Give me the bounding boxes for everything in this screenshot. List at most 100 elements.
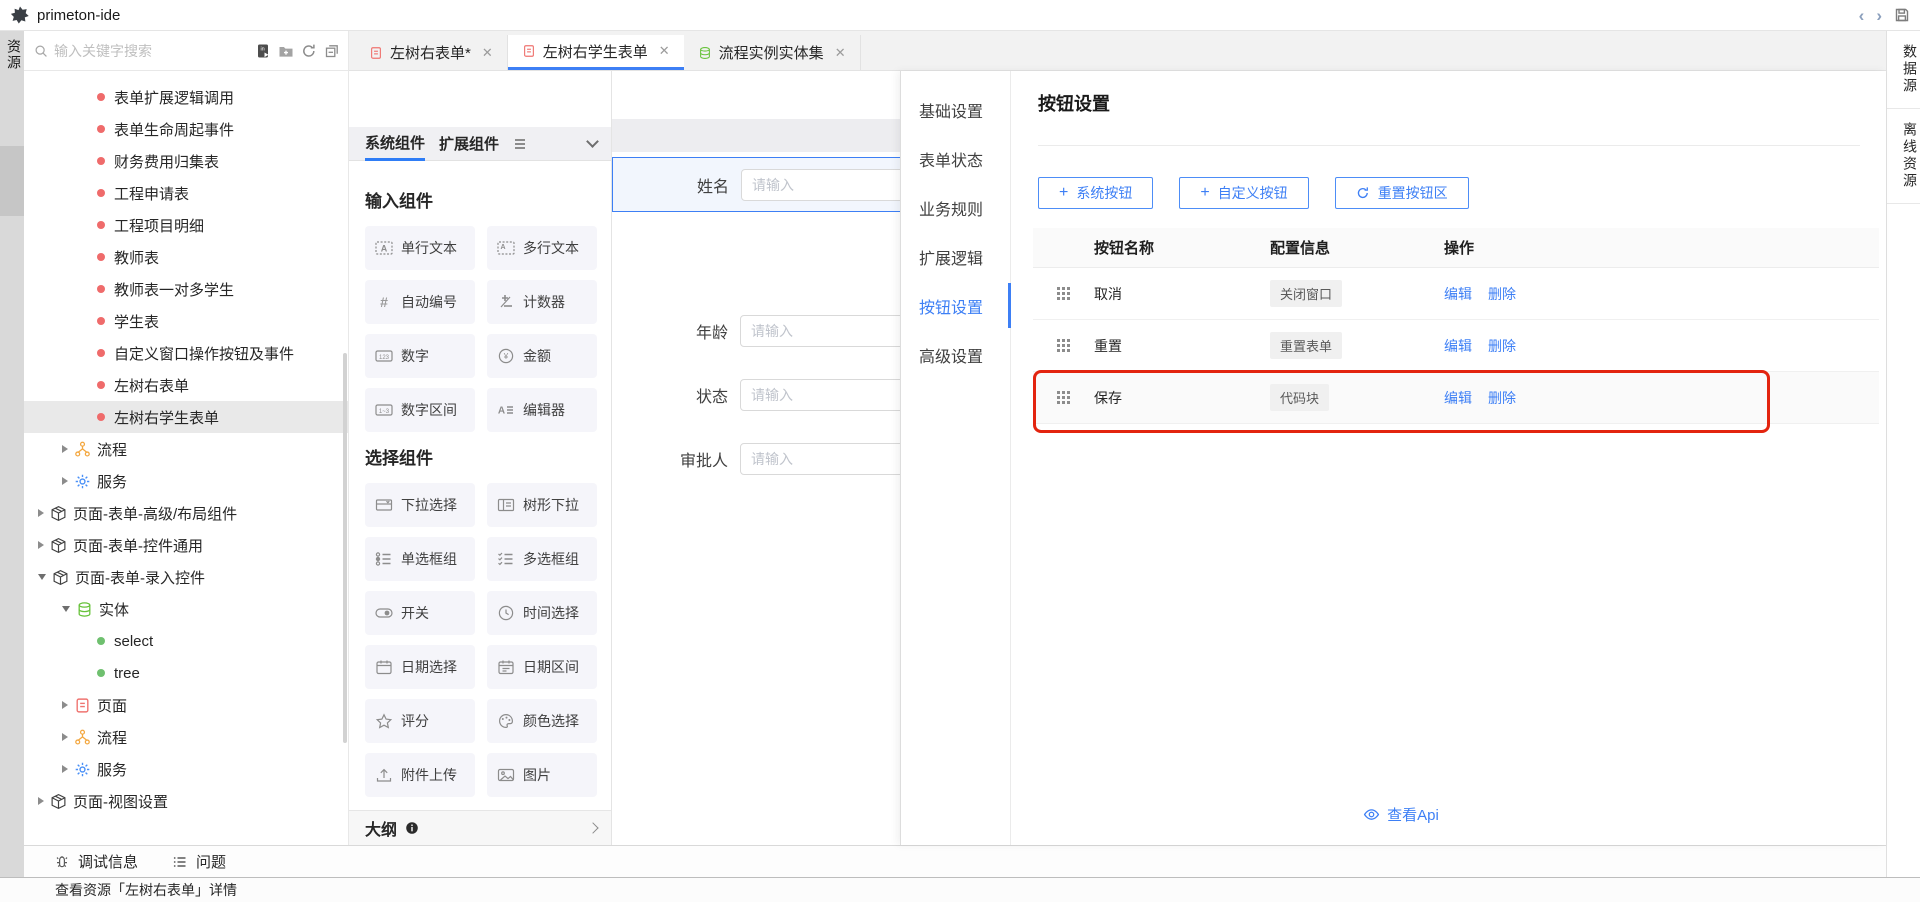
tree-item-22[interactable]: 页面-视图设置 (24, 785, 348, 817)
outline-bar[interactable]: 大纲 (349, 810, 611, 845)
canvas-field-2[interactable]: 状态 (612, 369, 912, 421)
edit-link[interactable]: 编辑 (1444, 388, 1472, 408)
tree-scrollbar[interactable] (343, 353, 347, 743)
editor-tab-0[interactable]: 左树右表单* ✕ (355, 35, 508, 70)
palette-tab-1[interactable]: 扩展组件 (439, 127, 499, 161)
settings-nav-item-1[interactable]: 表单状态 (901, 134, 1010, 183)
edit-link[interactable]: 编辑 (1444, 284, 1472, 304)
palette-collapse-icon[interactable] (586, 135, 599, 148)
tree-item-0[interactable]: 表单扩展逻辑调用 (24, 81, 348, 113)
tree-item-3[interactable]: 工程申请表 (24, 177, 348, 209)
tree-item-11[interactable]: 流程 (24, 433, 348, 465)
component-tile[interactable]: A 单行文本 (365, 226, 475, 270)
settings-nav-item-4[interactable]: 按钮设置 (901, 281, 1010, 330)
chevron-right-icon[interactable] (62, 445, 68, 453)
chevron-down-icon[interactable] (62, 606, 70, 612)
chevron-right-icon[interactable] (62, 765, 68, 773)
chevron-right-icon[interactable] (38, 541, 44, 549)
tree-item-5[interactable]: 教师表 (24, 241, 348, 273)
drag-handle-icon[interactable] (1057, 287, 1070, 300)
component-tile[interactable]: 时间选择 (487, 591, 597, 635)
component-tile[interactable]: 下拉选择 (365, 483, 475, 527)
outline-expand-icon[interactable] (587, 822, 598, 833)
editor-tab-1[interactable]: 左树右学生表单 ✕ (508, 35, 684, 70)
view-api-link[interactable]: 查看Api (1363, 804, 1439, 825)
settings-nav-item-3[interactable]: 扩展逻辑 (901, 232, 1010, 281)
component-tile[interactable]: 树形下拉 (487, 483, 597, 527)
debug-bar-item-1[interactable]: 问题 (172, 851, 226, 872)
history-back-icon[interactable]: ‹ (1859, 7, 1865, 24)
component-tile[interactable]: A 编辑器 (487, 388, 597, 432)
component-tile[interactable]: 开关 (365, 591, 475, 635)
toolbar-button-0[interactable]: +系统按钮 (1038, 177, 1153, 209)
drag-handle-icon[interactable] (1057, 391, 1070, 404)
rail-tab-resources[interactable]: 资源 (0, 31, 24, 71)
import-resource-icon[interactable]: in (255, 43, 271, 59)
component-tile[interactable]: 附件上传 (365, 753, 475, 797)
component-tile[interactable]: 计数器 (487, 280, 597, 324)
palette-menu-icon[interactable] (515, 139, 525, 149)
settings-nav-item-2[interactable]: 业务规则 (901, 183, 1010, 232)
toolbar-button-1[interactable]: +自定义按钮 (1179, 177, 1308, 209)
component-tile[interactable]: 单选框组 (365, 537, 475, 581)
tree-item-1[interactable]: 表单生命周起事件 (24, 113, 348, 145)
component-tile[interactable]: 评分 (365, 699, 475, 743)
tree-item-8[interactable]: 自定义窗口操作按钮及事件 (24, 337, 348, 369)
drag-handle-icon[interactable] (1057, 339, 1070, 352)
chevron-right-icon[interactable] (62, 701, 68, 709)
debug-bar-item-0[interactable]: 调试信息 (54, 851, 138, 872)
tree-item-7[interactable]: 学生表 (24, 305, 348, 337)
component-tile[interactable]: 多选框组 (487, 537, 597, 581)
component-tile[interactable]: 日期选择 (365, 645, 475, 689)
palette-tab-0[interactable]: 系统组件 (365, 127, 425, 161)
tree-item-20[interactable]: 流程 (24, 721, 348, 753)
tree-item-15[interactable]: 页面-表单-录入控件 (24, 561, 348, 593)
close-icon[interactable]: ✕ (659, 43, 670, 59)
delete-link[interactable]: 删除 (1488, 388, 1516, 408)
new-folder-icon[interactable] (278, 43, 294, 59)
tree-item-18[interactable]: tree (24, 657, 348, 689)
collapse-all-icon[interactable] (324, 43, 340, 59)
delete-link[interactable]: 删除 (1488, 284, 1516, 304)
toolbar-button-2[interactable]: 重置按钮区 (1335, 177, 1469, 209)
close-icon[interactable]: ✕ (835, 45, 846, 61)
canvas-field-3[interactable]: 审批人 (612, 433, 912, 485)
component-tile[interactable]: A 多行文本 (487, 226, 597, 270)
chevron-down-icon[interactable] (38, 574, 46, 580)
canvas-field-1[interactable]: 年龄 (612, 305, 912, 357)
component-tile[interactable]: # 自动编号 (365, 280, 475, 324)
refresh-tree-icon[interactable] (301, 43, 317, 59)
tree-item-14[interactable]: 页面-表单-控件通用 (24, 529, 348, 561)
editor-tab-2[interactable]: 流程实例实体集 ✕ (684, 35, 861, 70)
right-rail-tab-0[interactable]: 数据源 (1887, 31, 1920, 109)
chevron-right-icon[interactable] (62, 733, 68, 741)
tree-item-21[interactable]: 服务 (24, 753, 348, 785)
tree-item-4[interactable]: 工程项目明细 (24, 209, 348, 241)
save-icon[interactable] (1894, 7, 1910, 23)
rail-grip[interactable] (0, 146, 24, 216)
tree-item-17[interactable]: select (24, 625, 348, 657)
chevron-right-icon[interactable] (38, 509, 44, 517)
edit-link[interactable]: 编辑 (1444, 336, 1472, 356)
component-tile[interactable]: 日期区间 (487, 645, 597, 689)
tree-item-13[interactable]: 页面-表单-高级/布局组件 (24, 497, 348, 529)
tree-item-10[interactable]: 左树右学生表单 (24, 401, 348, 433)
component-tile[interactable]: 颜色选择 (487, 699, 597, 743)
tree-item-12[interactable]: 服务 (24, 465, 348, 497)
right-rail-tab-1[interactable]: 离线资源 (1887, 109, 1920, 204)
settings-nav-item-5[interactable]: 高级设置 (901, 330, 1010, 379)
tree-item-6[interactable]: 教师表一对多学生 (24, 273, 348, 305)
component-tile[interactable]: 1~3 数字区间 (365, 388, 475, 432)
settings-nav-item-0[interactable]: 基础设置 (901, 85, 1010, 134)
component-tile[interactable]: ¥ 金额 (487, 334, 597, 378)
delete-link[interactable]: 删除 (1488, 336, 1516, 356)
chevron-right-icon[interactable] (38, 797, 44, 805)
tree-item-2[interactable]: 财务费用归集表 (24, 145, 348, 177)
canvas-field-0[interactable]: 姓名 (612, 157, 912, 212)
tree-item-16[interactable]: 实体 (24, 593, 348, 625)
component-tile[interactable]: 123 数字 (365, 334, 475, 378)
search-input[interactable] (54, 43, 255, 59)
history-forward-icon[interactable]: › (1876, 7, 1882, 24)
chevron-right-icon[interactable] (62, 477, 68, 485)
tree-item-9[interactable]: 左树右表单 (24, 369, 348, 401)
